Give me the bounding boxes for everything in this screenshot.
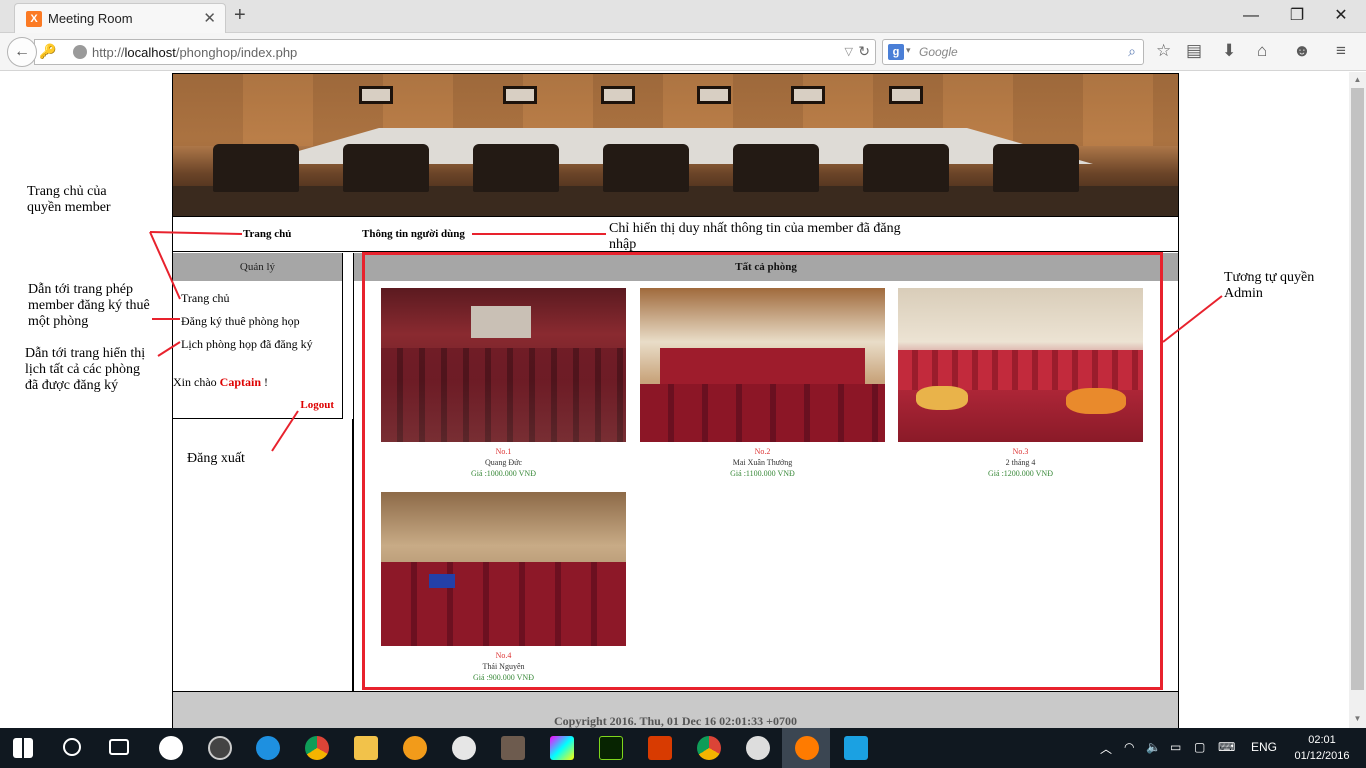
wifi-icon[interactable]: ◠ [1124,740,1134,754]
annotation-lines [149,231,1223,452]
keyboard-icon[interactable]: ⌨ [1218,740,1235,754]
notification-icon[interactable]: ▢ [1194,740,1205,754]
headphones-icon[interactable] [208,736,232,760]
task-view-icon[interactable] [109,739,129,755]
battery-icon[interactable]: ▭ [1170,740,1181,754]
language-indicator[interactable]: ENG [1251,740,1277,754]
dreamweaver-icon[interactable] [599,736,623,760]
office-icon[interactable] [648,736,672,760]
paint-icon[interactable] [746,736,770,760]
chevron-up-icon[interactable]: ︿ [1100,740,1112,757]
wps-icon[interactable] [844,736,868,760]
microphone-icon[interactable] [452,736,476,760]
app-icon[interactable] [501,736,525,760]
ie-icon[interactable] [256,736,280,760]
clock-app-icon[interactable] [159,736,183,760]
folder-icon[interactable] [354,736,378,760]
chrome-icon[interactable] [305,736,329,760]
chrome-icon[interactable] [697,736,721,760]
search-icon[interactable] [63,738,81,756]
taskbar-clock[interactable]: 02:01 01/12/2016 [1290,732,1354,764]
windows-start-icon[interactable] [13,738,33,758]
vlc-icon[interactable] [403,736,427,760]
firefox-icon[interactable] [795,736,819,760]
taskbar: ︿ ◠ 🔈 ▭ ▢ ⌨ ENG 02:01 01/12/2016 [0,728,1366,768]
volume-icon[interactable]: 🔈 [1146,740,1161,754]
app-icon[interactable] [550,736,574,760]
